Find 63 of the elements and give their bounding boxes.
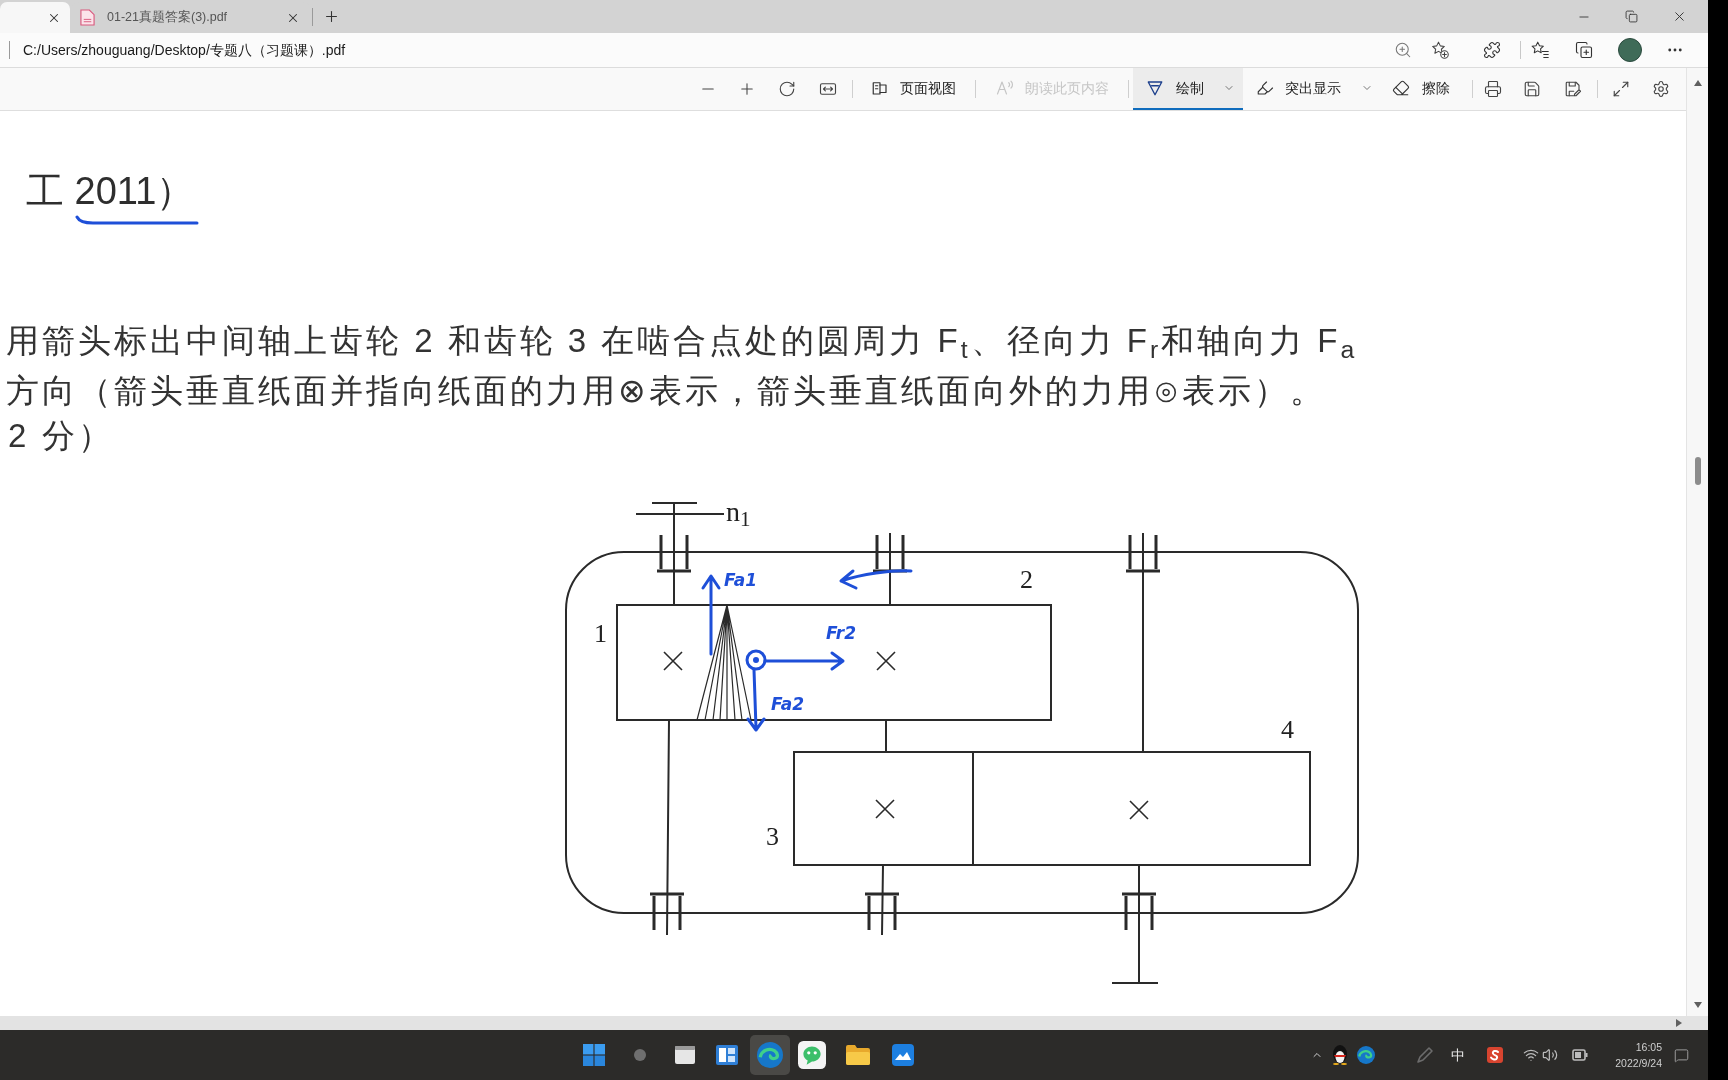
read-aloud-icon <box>996 79 1014 97</box>
settings-icon[interactable] <box>1652 80 1670 98</box>
save-icon[interactable] <box>1523 80 1541 98</box>
question-text: 用箭头标出中间轴上齿轮 2 和齿轮 3 在啮合点处的圆周力 F$_{t}$、径向力 F$_{r}$和轴向力 F$_{a}$ 方向（箭头垂直纸面并指向纸面的力用⊗表示，箭头垂直纸面向外的力用⊙表示）。 <box>6 321 1358 411</box>
chat-app-icon <box>798 1041 826 1069</box>
pages-icon <box>871 79 889 97</box>
eraser-icon <box>1392 79 1410 97</box>
mountain-app-icon <box>892 1044 914 1066</box>
pen-icon[interactable] <box>1416 1046 1434 1064</box>
scroll-right-arrow-icon[interactable] <box>1676 1019 1682 1027</box>
profile-avatar[interactable] <box>1618 38 1642 62</box>
gear-number: 4 <box>1281 717 1294 743</box>
highlight-button[interactable]: 突出显示 <box>1253 73 1379 105</box>
gear-number: 1 <box>594 621 607 647</box>
scroll-up-arrow-icon[interactable] <box>1693 80 1702 86</box>
gear-number: 3 <box>766 824 779 850</box>
pdf-file-icon <box>80 9 95 26</box>
clock-date[interactable]: 2022/9/24 <box>1615 1057 1662 1068</box>
expand-icon[interactable] <box>1612 80 1630 98</box>
page-view-button[interactable]: 页面视图 <box>867 73 962 105</box>
wifi-icon[interactable] <box>1523 1047 1539 1063</box>
folder-icon <box>846 1045 870 1065</box>
widgets-icon <box>716 1045 738 1065</box>
notification-icon[interactable] <box>1674 1047 1689 1063</box>
extensions-icon[interactable] <box>1483 41 1501 59</box>
erase-button[interactable]: 擦除 <box>1389 73 1459 105</box>
collections-icon[interactable] <box>1575 41 1593 59</box>
browser-swirl-icon <box>757 1042 783 1068</box>
save-as-icon[interactable] <box>1564 80 1582 98</box>
windows-logo-icon <box>583 1044 605 1066</box>
handwritten-circle <box>745 649 767 671</box>
favorites-icon[interactable] <box>1531 41 1549 59</box>
dot-icon <box>634 1049 646 1061</box>
gear-number: 2 <box>1020 567 1033 593</box>
battery-icon[interactable] <box>1572 1048 1588 1062</box>
restore-icon[interactable] <box>1625 10 1638 23</box>
volume-icon[interactable] <box>1542 1047 1558 1063</box>
rotate-icon[interactable] <box>778 80 796 98</box>
handwritten-label: Fa2 <box>771 696 804 713</box>
speed-label: n$_{1}$ <box>726 498 751 526</box>
browser-swirl-icon[interactable] <box>1357 1046 1375 1064</box>
scroll-down-arrow-icon[interactable] <box>1693 1002 1702 1008</box>
zoom-icon[interactable] <box>1394 41 1412 59</box>
score-text: 2 分） <box>8 416 114 456</box>
new-tab-icon[interactable] <box>323 8 340 25</box>
input-method-indicator[interactable]: 中 <box>1451 1048 1465 1062</box>
highlighter-icon <box>1256 79 1274 97</box>
zoom-in-icon[interactable] <box>738 80 756 98</box>
print-icon[interactable] <box>1484 80 1502 98</box>
handwritten-label: Fr2 <box>826 625 856 642</box>
page-heading: 工 2011） <box>26 169 195 214</box>
penguin-icon[interactable] <box>1331 1045 1349 1065</box>
handwritten-label: Fa1 <box>724 572 757 589</box>
draw-button[interactable]: 绘制 <box>1133 68 1243 110</box>
draw-icon <box>1146 79 1164 97</box>
fit-width-icon[interactable] <box>819 80 837 98</box>
clock-time[interactable]: 16:05 <box>1635 1042 1662 1053</box>
address-field[interactable]: C:/Users/zhouguang/Desktop/专题八（习题课）.pdf <box>23 39 346 61</box>
star-add-icon[interactable] <box>1431 41 1449 59</box>
wave-tile-app-icon[interactable] <box>1487 1047 1503 1063</box>
close-icon[interactable] <box>1672 9 1687 24</box>
scrollbar-thumb[interactable] <box>1694 457 1701 485</box>
window-icon <box>675 1046 695 1064</box>
